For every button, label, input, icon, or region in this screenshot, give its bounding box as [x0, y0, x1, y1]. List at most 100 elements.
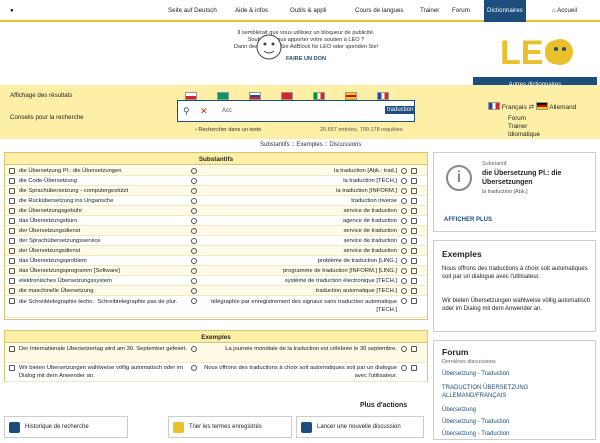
- table-row[interactable]: service de traduction der Übersetzungsdie…: [5, 246, 427, 256]
- sound-icon[interactable]: [9, 188, 15, 194]
- flag-it-icon[interactable]: [313, 92, 325, 100]
- table-row[interactable]: La journée mondiale de la traduction est…: [5, 344, 427, 363]
- info-icon[interactable]: [401, 268, 407, 274]
- info-icon[interactable]: [191, 188, 197, 194]
- sound-icon[interactable]: [9, 258, 15, 264]
- sound-icon[interactable]: [9, 298, 15, 304]
- info-icon[interactable]: [401, 218, 407, 224]
- forum-link[interactable]: Übersetzung - Traduction: [442, 371, 509, 377]
- flag-pl-icon[interactable]: [185, 92, 197, 100]
- sound-icon[interactable]: [411, 258, 417, 264]
- info-icon[interactable]: [191, 178, 197, 184]
- table-row[interactable]: traduction automatique [TECH.] die maschi…: [5, 286, 427, 296]
- new-discussion-button[interactable]: Lancer une nouvelle discussion: [296, 416, 424, 438]
- sound-icon[interactable]: [9, 178, 15, 184]
- sound-icon[interactable]: [411, 218, 417, 224]
- info-icon[interactable]: [191, 268, 197, 274]
- info-icon[interactable]: [191, 218, 197, 224]
- info-icon[interactable]: [191, 365, 197, 371]
- nav-accueil[interactable]: ⌂ Accueil: [552, 7, 577, 14]
- info-icon[interactable]: [401, 278, 407, 284]
- sound-icon[interactable]: [411, 168, 417, 174]
- info-icon[interactable]: [191, 208, 197, 214]
- sound-icon[interactable]: [9, 208, 15, 214]
- table-row[interactable]: système de traduction électronique [TECH…: [5, 276, 427, 286]
- table-row[interactable]: agence de traduction das Übersetzungsbüro: [5, 216, 427, 226]
- info-icon[interactable]: [191, 248, 197, 254]
- user-icon[interactable]: ●: [10, 7, 14, 14]
- info-icon[interactable]: [401, 258, 407, 264]
- info-icon[interactable]: [401, 365, 407, 371]
- sound-icon[interactable]: [411, 238, 417, 244]
- sound-icon[interactable]: [9, 228, 15, 234]
- sound-icon[interactable]: [9, 365, 15, 371]
- search-icon[interactable]: ⚲: [183, 106, 190, 117]
- search-input[interactable]: ⚲ ✕ Acc: [177, 100, 415, 122]
- sound-icon[interactable]: [411, 365, 417, 371]
- sound-icon[interactable]: [411, 268, 417, 274]
- info-icon[interactable]: [191, 346, 197, 352]
- sound-icon[interactable]: [411, 346, 417, 352]
- info-icon[interactable]: [191, 198, 197, 204]
- table-row[interactable]: la traduction [TECH.] die Code-Übersetzun…: [5, 176, 427, 186]
- nav-trainer[interactable]: Trainer: [420, 7, 439, 14]
- info-icon[interactable]: [401, 228, 407, 234]
- table-row[interactable]: la traduction [INFORM.] die Sprachüberset…: [5, 186, 427, 196]
- info-icon[interactable]: [401, 248, 407, 254]
- sound-icon[interactable]: [411, 298, 417, 304]
- sound-icon[interactable]: [411, 248, 417, 254]
- forum-link[interactable]: Übersetzung: [442, 407, 476, 413]
- info-icon[interactable]: [191, 168, 197, 174]
- accent-button[interactable]: Acc: [222, 108, 232, 114]
- nav-forum[interactable]: Forum: [452, 7, 470, 14]
- sound-icon[interactable]: [411, 198, 417, 204]
- info-icon[interactable]: [191, 288, 197, 294]
- sound-icon[interactable]: [411, 188, 417, 194]
- sound-icon[interactable]: [9, 198, 15, 204]
- sound-icon[interactable]: [9, 238, 15, 244]
- info-icon[interactable]: [401, 288, 407, 294]
- nav-outils[interactable]: Outils & appli: [290, 7, 326, 14]
- flag-ru-icon[interactable]: [249, 92, 261, 100]
- affichage-link[interactable]: Affichage des résultats: [10, 92, 73, 99]
- sound-icon[interactable]: [411, 178, 417, 184]
- donate-link[interactable]: FAIRE UN DON: [230, 56, 382, 63]
- nav-dictionnaires[interactable]: Dictionnaires: [484, 0, 526, 22]
- info-icon[interactable]: [401, 298, 407, 304]
- sound-icon[interactable]: [9, 248, 15, 254]
- table-row[interactable]: traduction inverse die Rückübersetzung in…: [5, 196, 427, 206]
- table-row[interactable]: la traduction [Abk.: trad.] die Übersetzu…: [5, 166, 427, 176]
- forum-link[interactable]: Übersetzung - Traduction: [442, 419, 509, 425]
- conseils-link[interactable]: Conseils pour la recherche: [10, 114, 84, 121]
- sound-icon[interactable]: [9, 288, 15, 294]
- forum-link[interactable]: TRADUCTION ÜBERSETZUNG ALLEMAND/FRANÇAIS: [442, 385, 592, 400]
- info-icon[interactable]: [191, 258, 197, 264]
- flag-fr-icon[interactable]: [377, 92, 389, 100]
- info-icon[interactable]: [191, 278, 197, 284]
- language-pair[interactable]: Français ⇄ Allemand: [488, 101, 576, 111]
- info-icon[interactable]: [191, 228, 197, 234]
- table-row[interactable]: service de traduction der Sprachübersetzu…: [5, 236, 427, 246]
- sound-icon[interactable]: [411, 208, 417, 214]
- search-in-text-link[interactable]: › Rechercher dans un texte: [195, 127, 261, 133]
- flag-cn-icon[interactable]: [281, 92, 293, 100]
- nav-deutsch[interactable]: Seite auf Deutsch: [168, 7, 217, 14]
- section-nav[interactable]: Substantifs :: Exemples :: Discussions: [260, 142, 361, 148]
- sound-icon[interactable]: [411, 288, 417, 294]
- table-row[interactable]: service de traduction die Übersetzungsgeb…: [5, 206, 427, 216]
- sound-icon[interactable]: [411, 278, 417, 284]
- sort-terms-button[interactable]: Trier les termes enregistrés: [168, 416, 292, 438]
- info-icon[interactable]: [401, 178, 407, 184]
- sound-icon[interactable]: [9, 168, 15, 174]
- sound-icon[interactable]: [9, 218, 15, 224]
- sound-icon[interactable]: [9, 346, 15, 352]
- nav-cours[interactable]: Cours de langues: [355, 7, 404, 14]
- info-icon[interactable]: [401, 198, 407, 204]
- info-icon[interactable]: [401, 168, 407, 174]
- table-row[interactable]: programme de traduction [INFORM.] [LING.…: [5, 266, 427, 276]
- info-icon[interactable]: [191, 238, 197, 244]
- nav-aide[interactable]: Aide & infos: [235, 7, 268, 14]
- table-row[interactable]: télégraphie par enregistrement des signa…: [5, 296, 427, 318]
- info-icon[interactable]: [191, 298, 197, 304]
- sound-icon[interactable]: [9, 278, 15, 284]
